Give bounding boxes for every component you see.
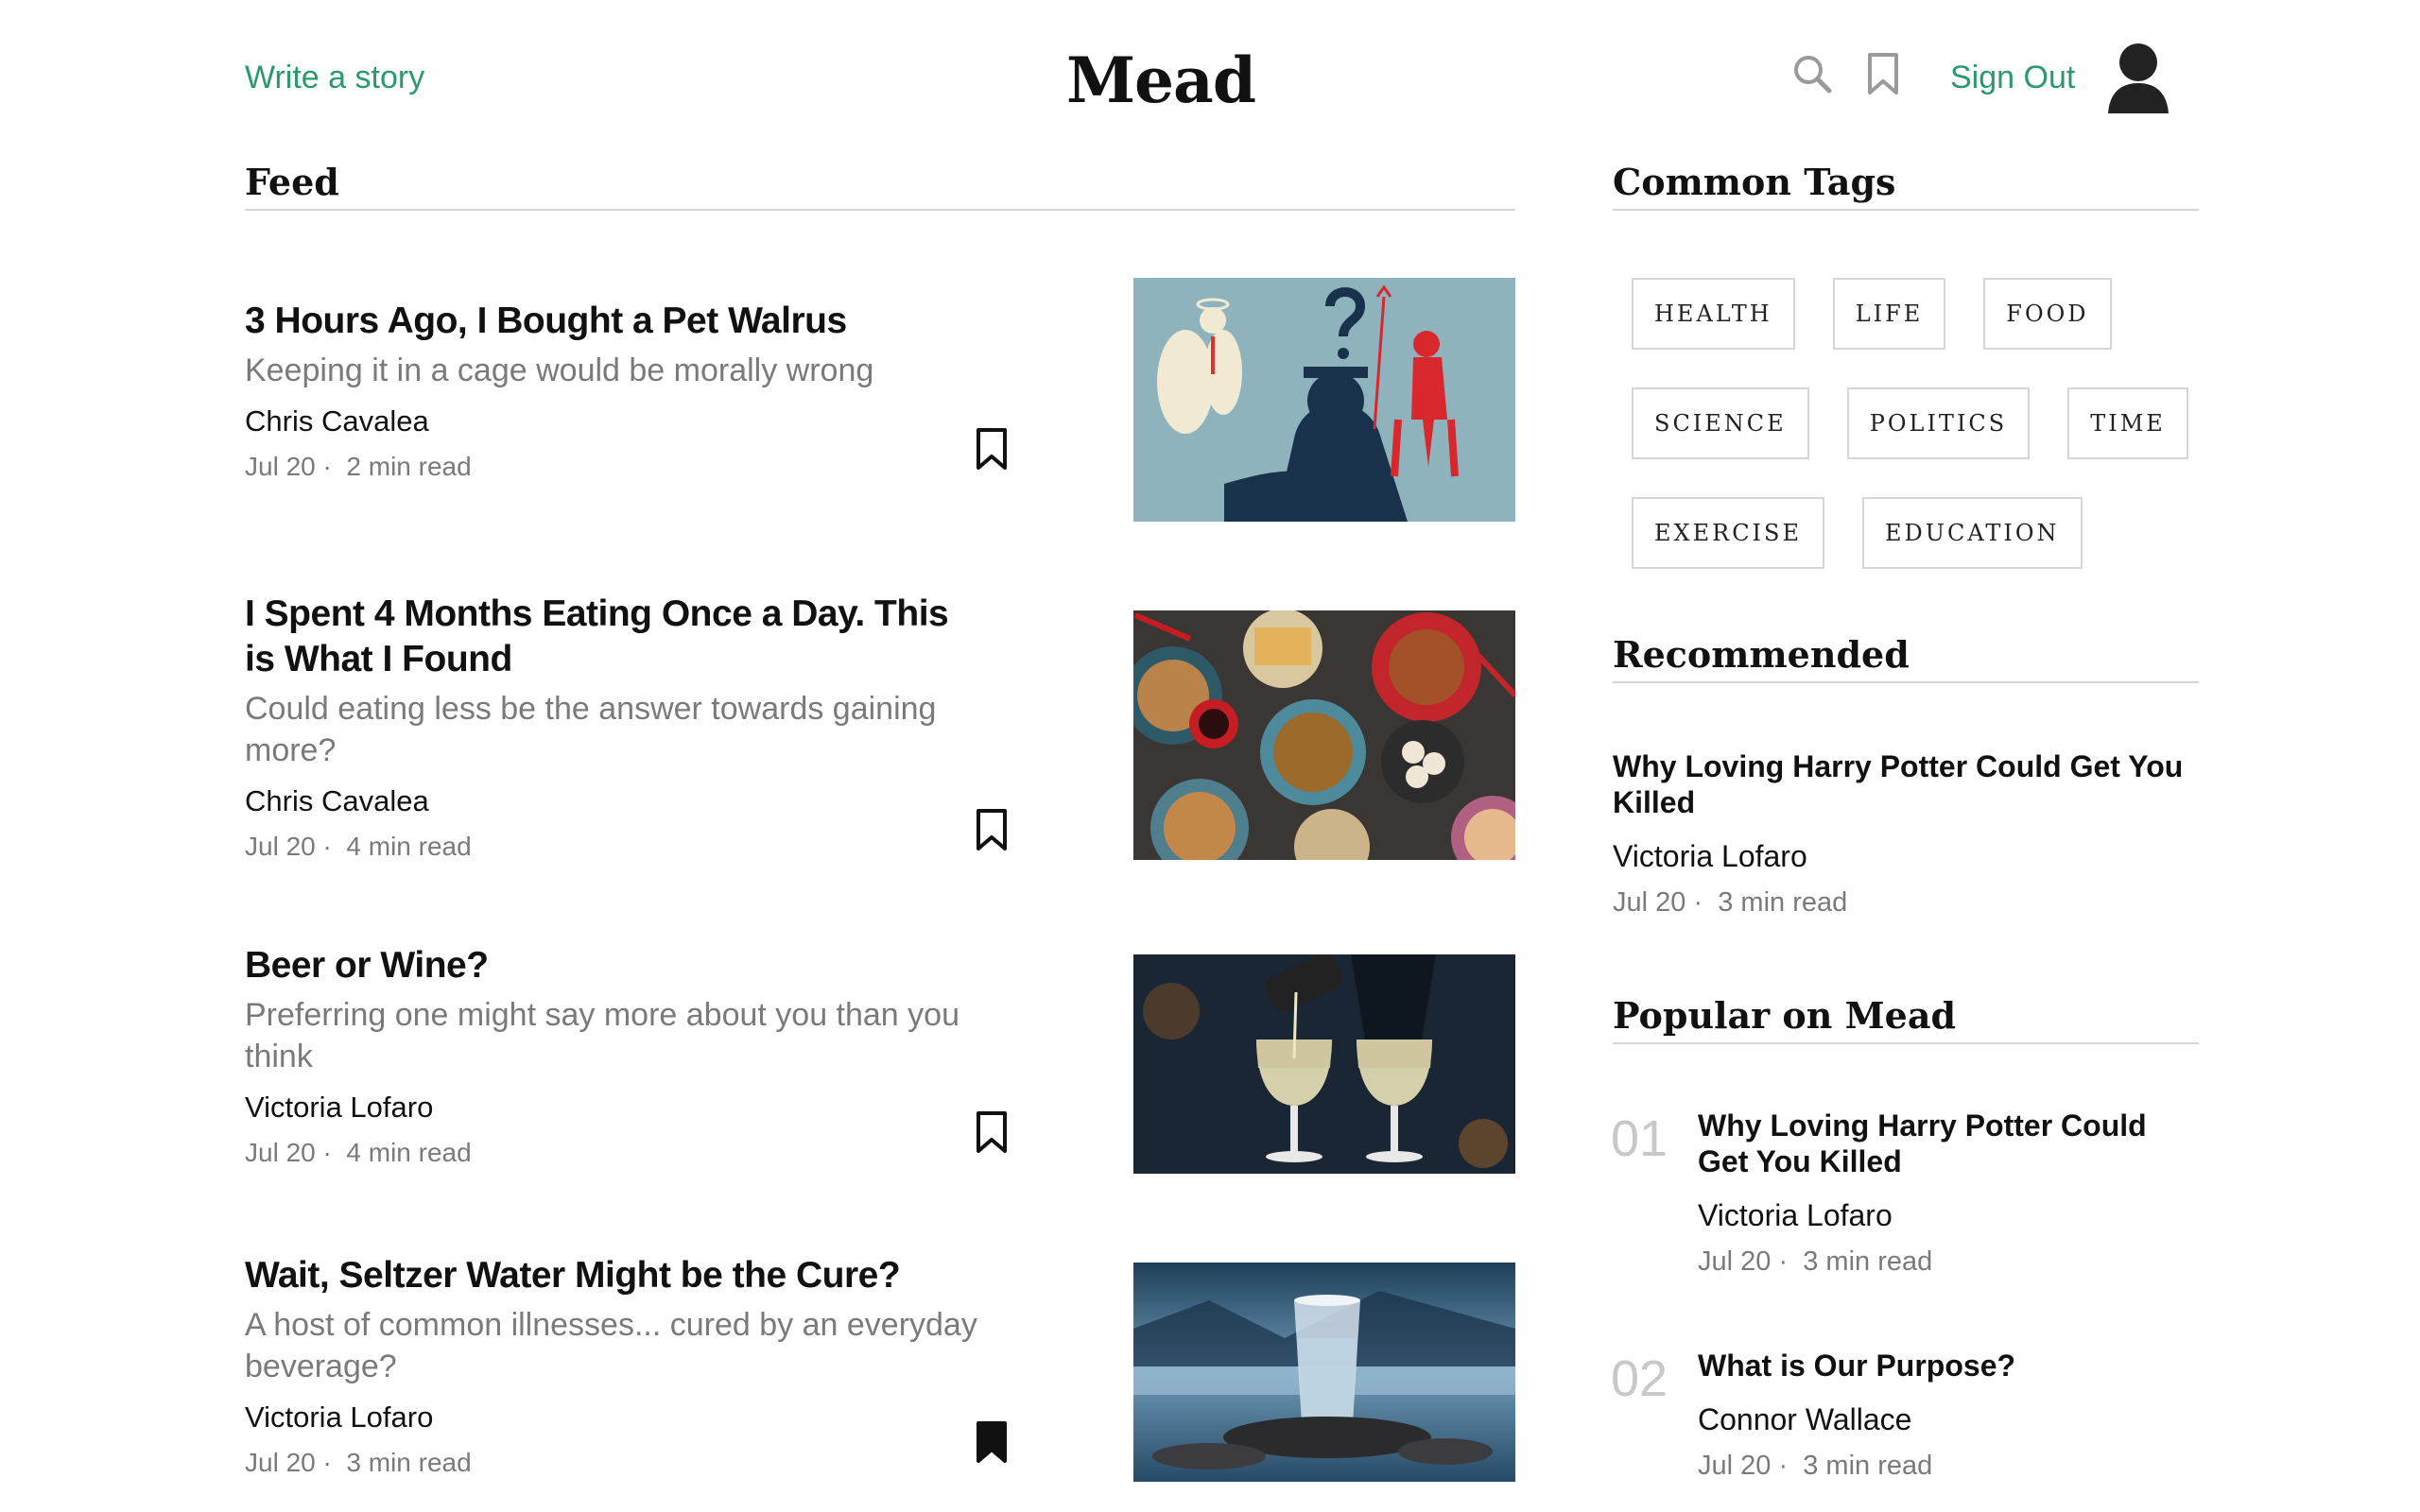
post-subtitle: A host of common illnesses... cured by a… [245,1307,977,1384]
bookmark-icon[interactable] [973,807,1011,859]
popular-rank: 01 [1611,1110,1668,1167]
popular-author[interactable]: Victoria Lofaro [1698,1198,2189,1233]
popular-item[interactable]: What is Our Purpose? Connor Wallace Jul … [1698,1348,2189,1482]
popular-author[interactable]: Connor Wallace [1698,1402,2189,1437]
tag-education[interactable]: EDUCATION [1862,497,2083,569]
feed-post[interactable]: Wait, Seltzer Water Might be the Cure? A… [245,1253,1515,1499]
post-date: Jul 20 [245,1138,316,1167]
write-story-link[interactable]: Write a story [245,60,424,96]
tag-time[interactable]: TIME [2067,387,2188,459]
recommended-read-time: 3 min read [1718,887,1848,918]
feed-heading: Feed [245,161,1515,211]
tag-health[interactable]: HEALTH [1632,278,1795,350]
feed-post[interactable]: I Spent 4 Months Eating Once a Day. This… [245,592,1515,875]
post-meta: Jul 20 · 3 min read [245,1448,472,1477]
popular-meta: Jul 20 · 3 min read [1698,1246,1933,1277]
post-image[interactable] [1133,278,1515,522]
post-image[interactable] [1133,1263,1515,1482]
post-title[interactable]: Beer or Wine? [245,943,982,988]
tag-food[interactable]: FOOD [1983,278,2112,350]
post-read-time: 2 min read [346,452,472,481]
popular-date: Jul 20 [1698,1246,1772,1277]
popular-date: Jul 20 [1698,1451,1772,1481]
feed-post[interactable]: 3 Hours Ago, I Bought a Pet Walrus Keepi… [245,278,1515,525]
avatar[interactable] [2104,40,2172,122]
bookmark-icon[interactable] [973,1109,1011,1161]
tag-politics[interactable]: POLITICS [1846,387,2031,459]
post-read-time: 4 min read [346,1138,472,1167]
popular-meta: Jul 20 · 3 min read [1698,1451,1933,1481]
recommended-date: Jul 20 [1613,887,1686,918]
sign-out-link[interactable]: Sign Out [1950,60,2075,96]
post-image[interactable] [1133,954,1515,1174]
post-image[interactable] [1133,610,1515,860]
post-author[interactable]: Victoria Lofaro [245,1400,982,1435]
search-icon[interactable] [1789,51,1835,101]
post-title[interactable]: Wait, Seltzer Water Might be the Cure? [245,1253,982,1298]
post-subtitle: Could eating less be the answer towards … [245,691,937,768]
tag-exercise[interactable]: EXERCISE [1632,497,1824,569]
bookmark-icon[interactable] [973,426,1011,478]
popular-title[interactable]: What is Our Purpose? [1698,1348,2189,1383]
recommended-author[interactable]: Victoria Lofaro [1613,839,2199,874]
post-title[interactable]: I Spent 4 Months Eating Once a Day. This… [245,592,982,682]
post-meta: Jul 20 · 2 min read [245,452,472,481]
top-header: Write a story Mead Sign Out [0,0,2420,151]
post-date: Jul 20 [245,832,316,861]
popular-item[interactable]: Why Loving Harry Potter Could Get You Ki… [1698,1108,2189,1278]
popular-read-time: 3 min read [1803,1246,1933,1277]
post-author[interactable]: Chris Cavalea [245,784,982,818]
bookmarks-icon[interactable] [1864,51,1902,103]
common-tags-heading: Common Tags [1613,161,2199,211]
tag-cloud: HEALTH LIFE FOOD SCIENCE POLITICS TIME E… [1632,278,2199,607]
post-date: Jul 20 [245,452,316,481]
post-date: Jul 20 [245,1448,316,1477]
recommended-title[interactable]: Why Loving Harry Potter Could Get You Ki… [1613,748,2199,820]
popular-read-time: 3 min read [1803,1451,1933,1481]
popular-rank: 02 [1611,1350,1668,1407]
recommended-heading: Recommended [1613,633,2199,683]
post-subtitle: Preferring one might say more about you … [245,997,959,1074]
site-logo[interactable]: Mead [1066,43,1256,117]
popular-heading: Popular on Mead [1613,994,2199,1044]
tag-science[interactable]: SCIENCE [1632,387,1809,459]
post-read-time: 4 min read [346,832,472,861]
post-author[interactable]: Chris Cavalea [245,404,982,438]
tag-life[interactable]: LIFE [1832,278,1946,350]
recommended-item[interactable]: Why Loving Harry Potter Could Get You Ki… [1613,748,2199,919]
popular-title[interactable]: Why Loving Harry Potter Could Get You Ki… [1698,1108,2189,1179]
post-subtitle: Keeping it in a cage would be morally wr… [245,352,874,388]
post-meta: Jul 20 · 4 min read [245,1138,472,1167]
recommended-meta: Jul 20 · 3 min read [1613,887,1848,918]
post-meta: Jul 20 · 4 min read [245,832,472,861]
post-author[interactable]: Victoria Lofaro [245,1091,982,1125]
post-title[interactable]: 3 Hours Ago, I Bought a Pet Walrus [245,299,982,344]
post-read-time: 3 min read [346,1448,472,1477]
feed-post[interactable]: Beer or Wine? Preferring one might say m… [245,943,1515,1174]
bookmark-filled-icon[interactable] [973,1419,1011,1471]
